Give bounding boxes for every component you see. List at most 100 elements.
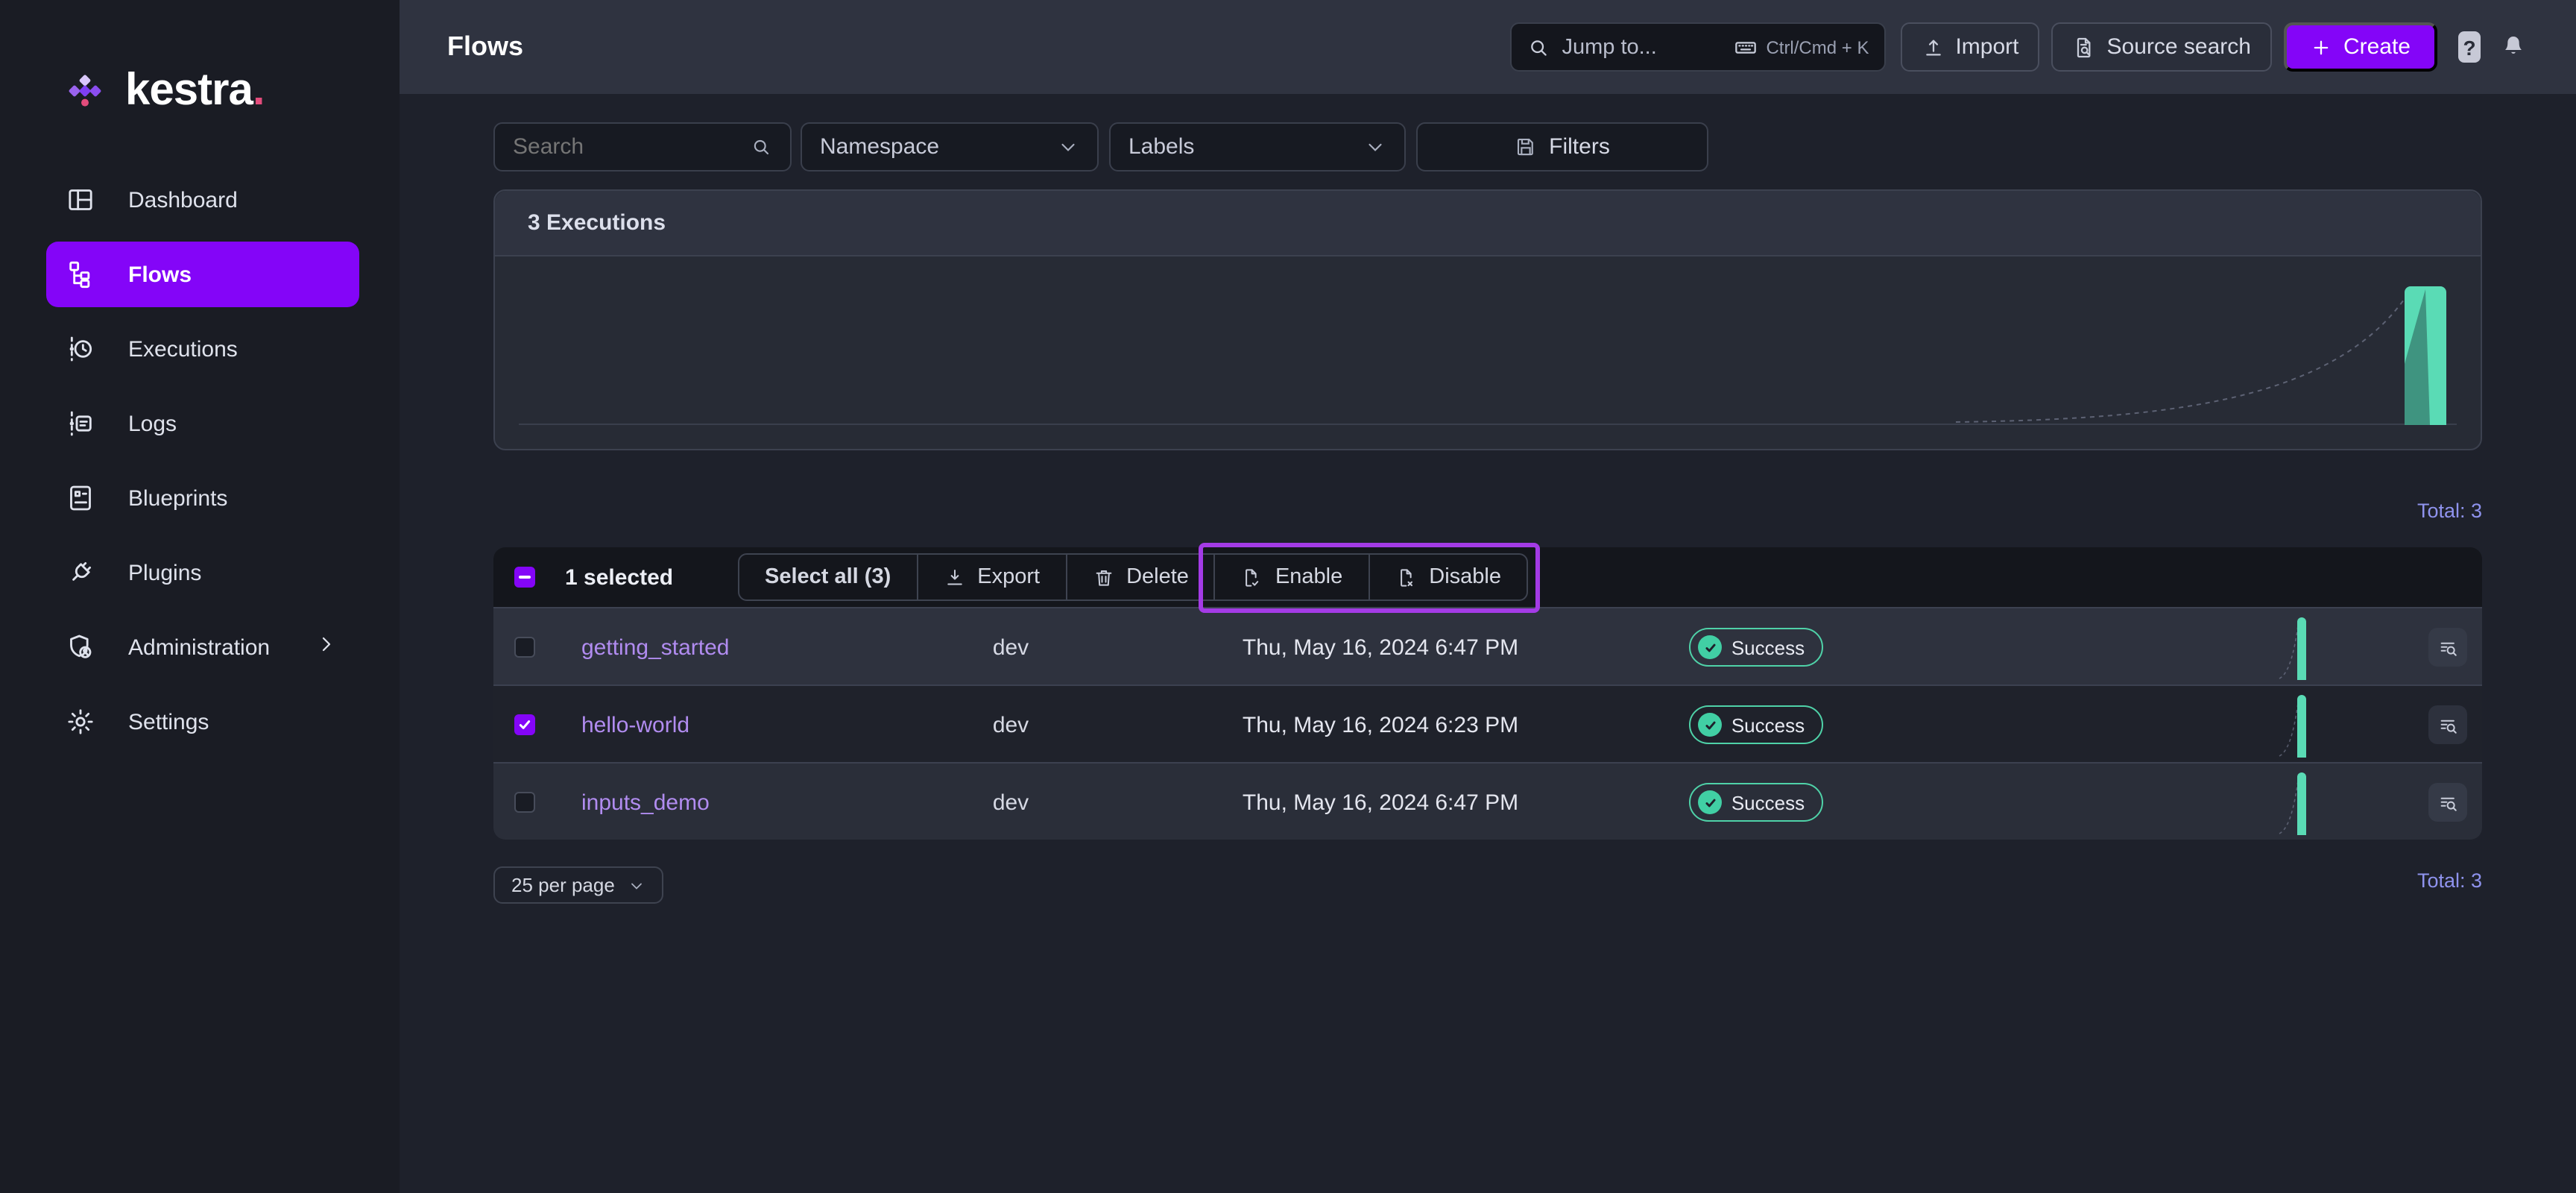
check-circle-icon: [1699, 790, 1723, 814]
row-checkbox[interactable]: [514, 637, 535, 658]
upload-icon: [1921, 35, 1945, 59]
sidebar-item-dashboard[interactable]: Dashboard: [46, 167, 359, 233]
row-mini-chart: [2278, 764, 2311, 841]
flow-last-execution-date: Thu, May 16, 2024 6:47 PM: [1112, 608, 1649, 686]
table-row[interactable]: getting_started dev Thu, May 16, 2024 6:…: [493, 607, 2482, 684]
chevron-down-icon: [1364, 136, 1386, 158]
import-button[interactable]: Import: [1900, 22, 2039, 72]
flow-last-execution-date: Thu, May 16, 2024 6:23 PM: [1112, 686, 1649, 764]
download-icon: [943, 566, 965, 588]
flows-table: 1 selected Select all (3) Export Delete …: [493, 547, 2482, 840]
flow-namespace: dev: [921, 608, 1100, 686]
administration-icon: [66, 632, 95, 662]
status-badge: Success: [1690, 705, 1822, 744]
per-page-select[interactable]: 25 per page: [493, 866, 664, 904]
file-search-icon: [2073, 35, 2097, 59]
topbar-actions: Jump to... Ctrl/Cmd + K Import Source se…: [1509, 22, 2528, 72]
dashboard-icon: [66, 185, 95, 215]
namespace-select[interactable]: Namespace: [801, 122, 1099, 171]
keyboard-icon: [1733, 35, 1757, 59]
file-x-icon: [1395, 566, 1417, 588]
row-checkbox[interactable]: [514, 714, 535, 735]
executions-card: 3 Executions: [493, 189, 2482, 450]
jump-to-search[interactable]: Jump to... Ctrl/Cmd + K: [1509, 22, 1885, 72]
labels-select[interactable]: Labels: [1109, 122, 1406, 171]
filters-button[interactable]: Filters: [1416, 122, 1708, 171]
search-input[interactable]: [513, 134, 736, 160]
logs-icon: [66, 409, 95, 438]
executions-bar-chart: [495, 256, 2481, 449]
file-check-icon: [1241, 566, 1263, 588]
kestra-logo[interactable]: kestra.: [66, 66, 265, 116]
page-title: Flows: [447, 31, 523, 63]
blueprints-icon: [66, 483, 95, 513]
sidebar: kestra. Dashboard Flows Executions Logs …: [0, 0, 400, 1193]
plugins-icon: [66, 558, 95, 588]
jump-to-shortcut: Ctrl/Cmd + K: [1733, 35, 1869, 59]
jump-to-placeholder: Jump to...: [1562, 35, 1656, 59]
selected-count: 1 selected: [565, 564, 673, 590]
sidebar-nav: Dashboard Flows Executions Logs Blueprin…: [0, 167, 400, 764]
select-all-checkbox[interactable]: [514, 567, 535, 588]
select-all-button[interactable]: Select all (3): [739, 555, 916, 599]
create-button[interactable]: Create: [2284, 22, 2437, 72]
pagination: 25 per page: [493, 866, 664, 904]
flow-name-link[interactable]: getting_started: [581, 608, 730, 686]
table-row[interactable]: hello-world dev Thu, May 16, 2024 6:23 P…: [493, 684, 2482, 762]
enable-button[interactable]: Enable: [1214, 555, 1368, 599]
delete-button[interactable]: Delete: [1065, 555, 1214, 599]
log-search-icon: [2437, 714, 2459, 736]
row-logs-button[interactable]: [2428, 628, 2467, 667]
bulk-actions-toolbar: 1 selected Select all (3) Export Delete …: [493, 547, 2482, 607]
filter-row: Namespace Labels Filters: [493, 122, 1708, 171]
chevron-right-icon: [315, 632, 338, 663]
notifications-bell-icon[interactable]: [2498, 32, 2528, 62]
sidebar-item-administration[interactable]: Administration: [46, 614, 359, 680]
trend-line: [1956, 292, 2409, 422]
sidebar-item-logs[interactable]: Logs: [46, 391, 359, 456]
row-mini-chart: [2278, 686, 2311, 764]
save-filters-icon: [1515, 136, 1537, 158]
total-count-top: Total: 3: [2417, 500, 2482, 522]
check-circle-icon: [1699, 635, 1723, 659]
main-content: Namespace Labels Filters 3 Executions: [400, 94, 2576, 1193]
topbar: Flows Jump to... Ctrl/Cmd + K Import Sou…: [400, 0, 2576, 94]
total-count-bottom: Total: 3: [2417, 869, 2482, 892]
sidebar-item-executions[interactable]: Executions: [46, 316, 359, 382]
executions-card-title: 3 Executions: [495, 191, 2481, 256]
flow-namespace: dev: [921, 764, 1100, 841]
check-circle-icon: [1699, 713, 1723, 737]
flow-name-link[interactable]: inputs_demo: [581, 764, 710, 841]
disable-button[interactable]: Disable: [1368, 555, 1527, 599]
executions-chart[interactable]: [495, 256, 2481, 449]
export-button[interactable]: Export: [916, 555, 1065, 599]
search-icon: [1526, 35, 1550, 59]
sidebar-item-blueprints[interactable]: Blueprints: [46, 465, 359, 531]
log-search-icon: [2437, 636, 2459, 658]
row-logs-button[interactable]: [2428, 783, 2467, 822]
sidebar-item-plugins[interactable]: Plugins: [46, 540, 359, 605]
flow-last-execution-date: Thu, May 16, 2024 6:47 PM: [1112, 764, 1649, 841]
log-search-icon: [2437, 791, 2459, 813]
kestra-logo-icon: [66, 72, 104, 110]
table-row[interactable]: inputs_demo dev Thu, May 16, 2024 6:47 P…: [493, 762, 2482, 840]
executions-icon: [66, 334, 95, 364]
source-search-button[interactable]: Source search: [2052, 22, 2272, 72]
row-logs-button[interactable]: [2428, 705, 2467, 744]
sidebar-item-settings[interactable]: Settings: [46, 689, 359, 755]
chevron-down-icon: [628, 876, 646, 894]
help-icon[interactable]: ?: [2458, 31, 2481, 63]
brand-name: kestra.: [125, 66, 265, 116]
status-badge: Success: [1690, 783, 1822, 822]
flows-icon: [66, 259, 95, 289]
chevron-down-icon: [1057, 136, 1079, 158]
flow-name-link[interactable]: hello-world: [581, 686, 689, 764]
search-field[interactable]: [493, 122, 792, 171]
trash-icon: [1092, 566, 1114, 588]
row-mini-chart: [2278, 608, 2311, 686]
settings-icon: [66, 707, 95, 737]
status-badge: Success: [1690, 628, 1822, 667]
row-checkbox[interactable]: [514, 792, 535, 813]
sidebar-item-flows[interactable]: Flows: [46, 242, 359, 307]
plus-icon: [2311, 37, 2332, 57]
